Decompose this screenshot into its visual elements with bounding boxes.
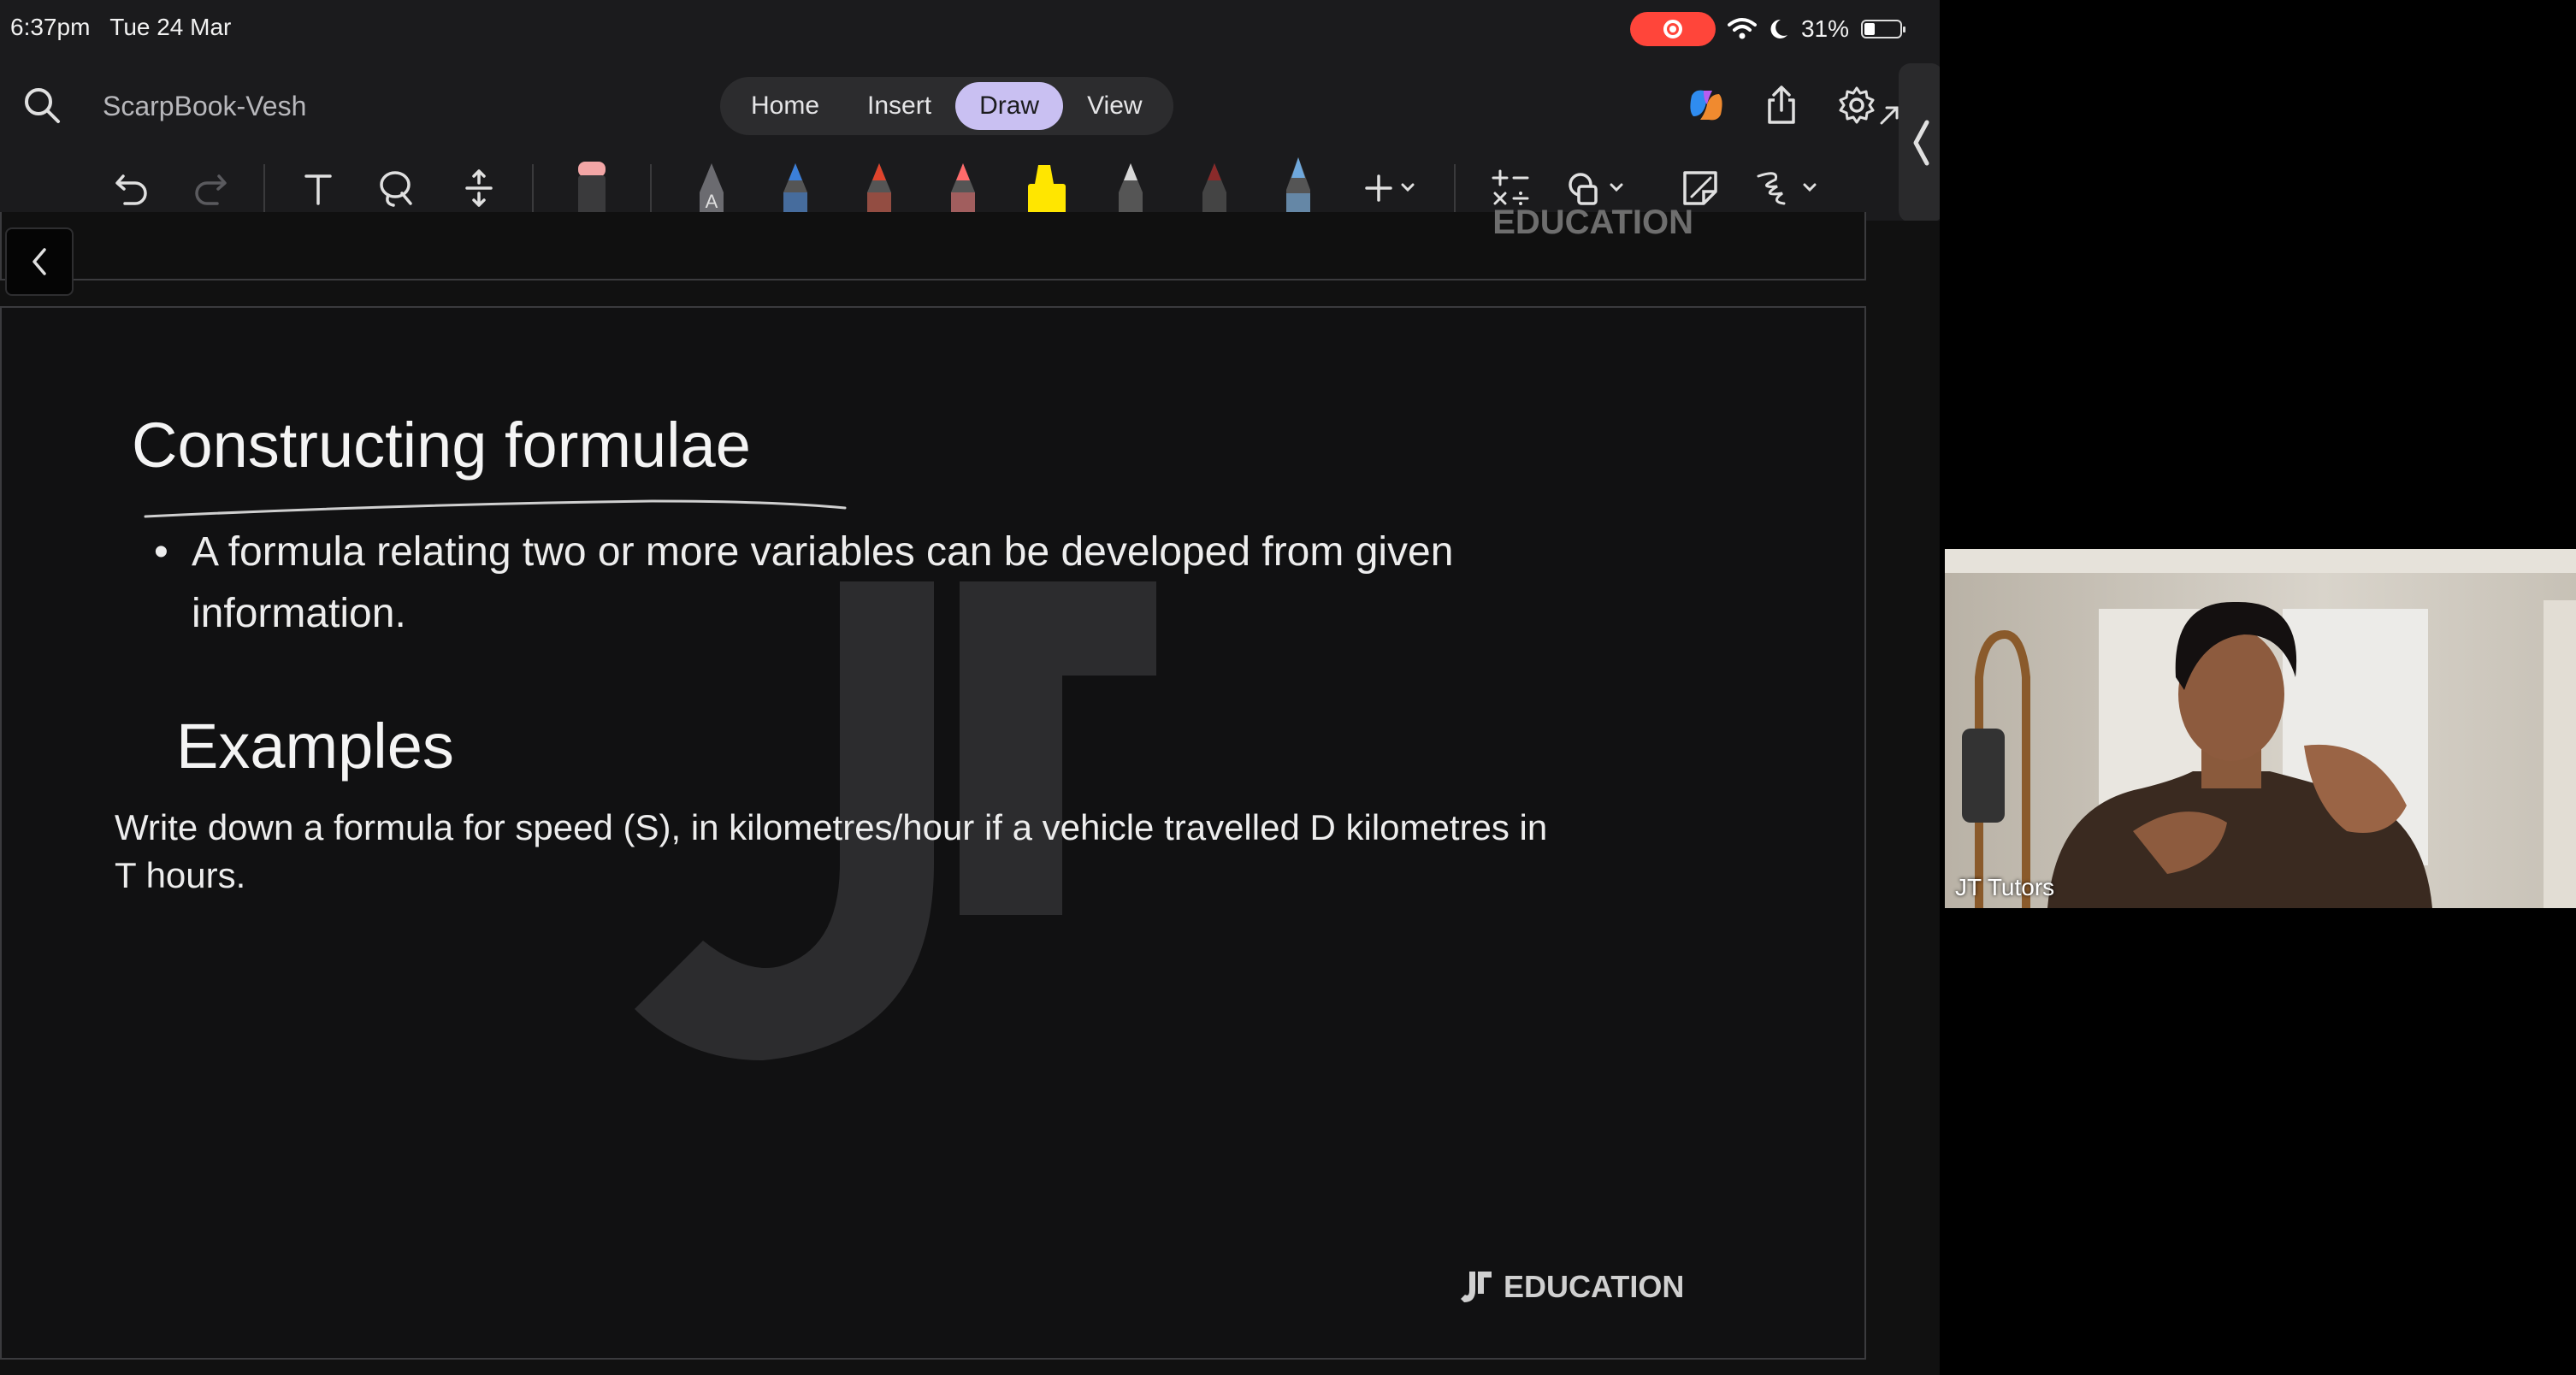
- copilot-icon[interactable]: [1685, 84, 1728, 127]
- ink-style-icon: [1757, 172, 1817, 205]
- ink-underline: [144, 499, 847, 518]
- tab-view[interactable]: View: [1063, 82, 1166, 130]
- pen-light-blue-icon[interactable]: [1273, 157, 1324, 219]
- previous-slide-brand: EDUCATION: [1492, 204, 1693, 241]
- bullet-point: A formula relating two or more variables…: [154, 522, 1663, 645]
- pen-ink-to-text-icon[interactable]: A: [686, 161, 737, 216]
- toolbar-divider: [263, 164, 265, 212]
- status-right: 31%: [1629, 12, 1905, 46]
- slide: Constructing formulae A formula relating…: [0, 306, 1866, 1360]
- share-icon[interactable]: [1760, 84, 1803, 127]
- brand-text: EDUCATION: [1504, 1269, 1685, 1304]
- toolbar-divider: [532, 164, 534, 212]
- tab-draw[interactable]: Draw: [955, 82, 1064, 130]
- status-time: 6:37pm Tue 24 Mar: [10, 14, 231, 41]
- webcam-image: [1945, 549, 2576, 908]
- add-pen-button[interactable]: [1353, 161, 1430, 215]
- example-question: Write down a formula for speed (S), in k…: [115, 807, 1548, 895]
- lasso-icon[interactable]: [371, 161, 422, 215]
- examples-heading: Examples: [176, 711, 454, 782]
- notebook-canvas[interactable]: EDUCATION Constructing formulae A formul…: [0, 204, 1940, 1375]
- back-button[interactable]: [5, 227, 74, 296]
- wifi-icon: [1727, 18, 1757, 39]
- slide-title: Constructing formulae: [132, 410, 751, 481]
- time-text: 6:37pm: [10, 14, 91, 40]
- chevron-left-icon: [32, 248, 46, 275]
- tab-home[interactable]: Home: [727, 82, 843, 130]
- svg-text:A: A: [706, 191, 718, 212]
- toolbar-divider: [1454, 164, 1456, 212]
- eraser-icon[interactable]: [566, 161, 617, 216]
- pen-pink-icon[interactable]: [937, 161, 989, 216]
- document-title[interactable]: ScarpBook-Vesh: [103, 91, 306, 122]
- search-icon[interactable]: [21, 84, 63, 127]
- status-bar: 6:37pm Tue 24 Mar 31%: [0, 0, 1940, 58]
- pen-blue-icon[interactable]: [770, 161, 821, 216]
- date-text: Tue 24 Mar: [109, 14, 232, 40]
- ipad-screen: 6:37pm Tue 24 Mar 31% ScarpBook-Vesh Hom…: [0, 0, 1940, 1375]
- jt-logo-icon: [1461, 1272, 1492, 1302]
- text-icon[interactable]: [292, 161, 344, 215]
- moon-icon: [1770, 19, 1787, 38]
- pen-red-icon[interactable]: [854, 161, 905, 216]
- add-space-icon[interactable]: [453, 161, 505, 215]
- highlighter-yellow-icon[interactable]: [1021, 161, 1072, 216]
- plus-icon: [1365, 174, 1415, 202]
- tab-insert[interactable]: Insert: [843, 82, 955, 130]
- shapes-icon: [1569, 173, 1623, 205]
- redo-icon[interactable]: [185, 161, 236, 215]
- previous-slide: EDUCATION: [0, 204, 1866, 280]
- screen-record-indicator[interactable]: [1629, 12, 1716, 46]
- battery-icon: [1861, 20, 1905, 38]
- battery-percent: 31%: [1800, 15, 1849, 42]
- pen-dark-red-icon[interactable]: [1189, 161, 1240, 216]
- participant-name: JT Tutors: [1955, 874, 2055, 900]
- gear-icon[interactable]: [1835, 84, 1878, 127]
- header-actions: [1685, 84, 1878, 127]
- participant-video[interactable]: JT Tutors: [1945, 549, 2576, 908]
- ribbon-tabs: Home Insert Draw View: [720, 77, 1173, 135]
- slide-brand: EDUCATION: [1459, 1269, 1684, 1305]
- toolbar-divider: [650, 164, 652, 212]
- undo-icon[interactable]: [106, 161, 157, 215]
- ink-replay-button[interactable]: [1753, 161, 1830, 215]
- pen-white-icon[interactable]: [1105, 161, 1156, 216]
